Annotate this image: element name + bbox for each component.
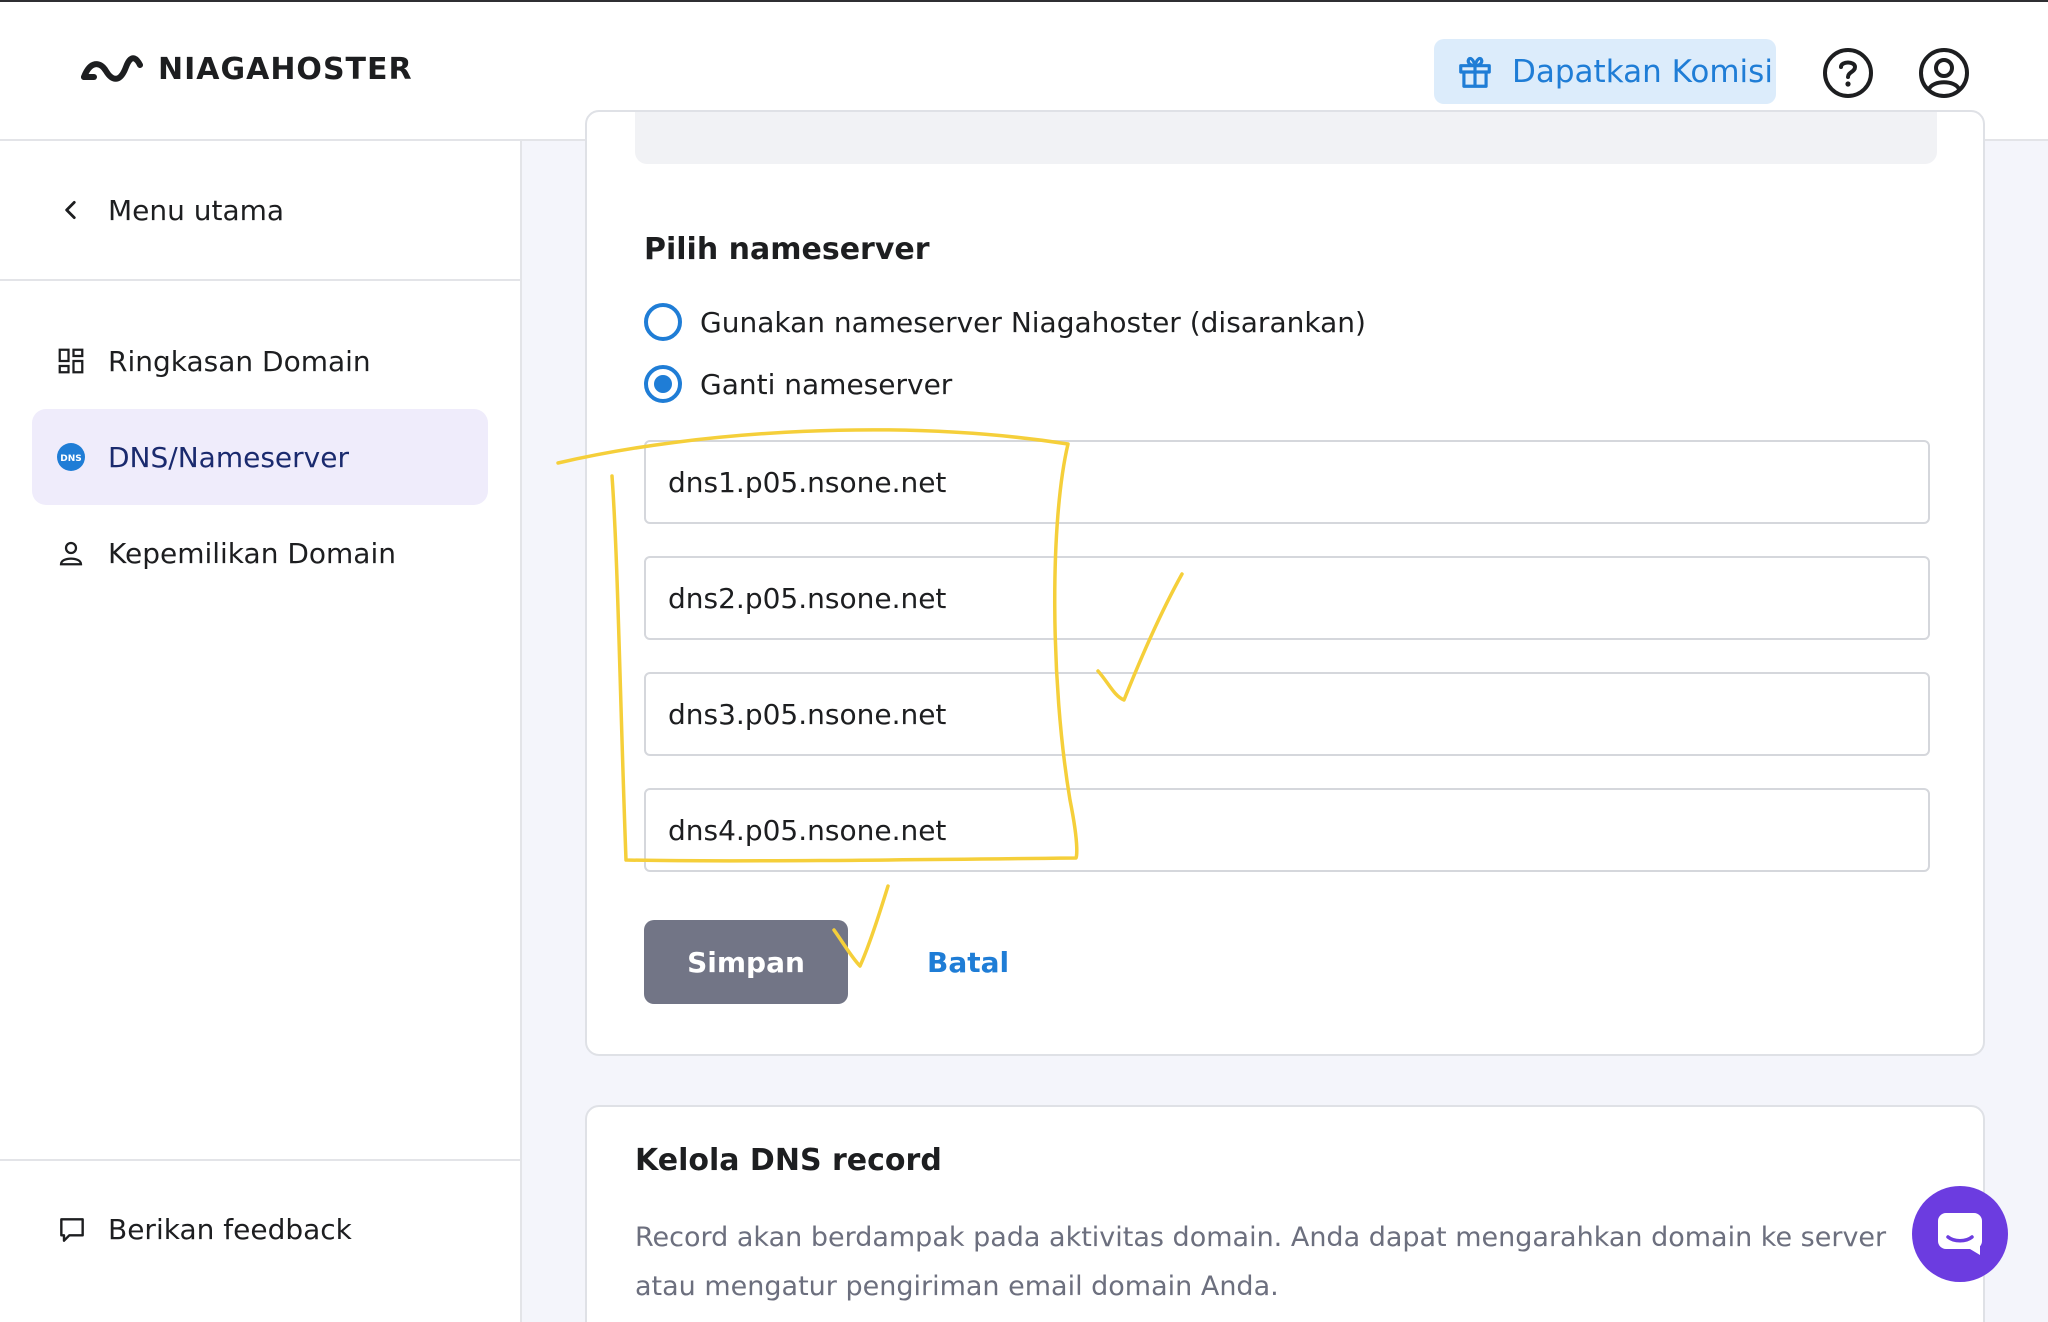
radio-change-nameserver[interactable]: Ganti nameserver xyxy=(644,365,952,403)
get-commission-button[interactable]: Dapatkan Komisi xyxy=(1434,39,1776,104)
radio-use-niagahoster[interactable]: Gunakan nameserver Niagahoster (disarank… xyxy=(644,303,1366,341)
nameserver-4-input[interactable] xyxy=(644,788,1930,872)
sidebar-item-label: Kepemilikan Domain xyxy=(108,536,396,570)
sidebar-item-domain-summary[interactable]: Ringkasan Domain xyxy=(32,313,488,409)
help-icon[interactable] xyxy=(1822,47,1874,99)
chat-bubble-icon xyxy=(60,1217,84,1242)
radio-label: Gunakan nameserver Niagahoster (disarank… xyxy=(700,305,1366,339)
person-icon xyxy=(59,541,83,566)
dns-record-title: Kelola DNS record xyxy=(635,1143,942,1178)
chevron-left-icon xyxy=(65,201,76,219)
feedback-label: Berikan feedback xyxy=(108,1213,352,1246)
back-to-main-menu[interactable]: Menu utama xyxy=(0,141,520,281)
feedback-link[interactable]: Berikan feedback xyxy=(56,1213,352,1246)
nameserver-2-input[interactable] xyxy=(644,556,1930,640)
account-icon[interactable] xyxy=(1918,47,1970,99)
dashboard-grid-icon xyxy=(58,348,84,374)
card-strip xyxy=(635,112,1937,164)
get-commission-label: Dapatkan Komisi xyxy=(1512,53,1773,90)
niagahoster-logo-icon xyxy=(81,54,143,82)
sidebar: Menu utama Ringkasan Domain DNS DNS/Name… xyxy=(0,141,522,1322)
sidebar-item-domain-ownership[interactable]: Kepemilikan Domain xyxy=(32,505,488,601)
dns-record-description: Record akan berdampak pada aktivitas dom… xyxy=(635,1222,1887,1302)
radio-button[interactable] xyxy=(644,303,682,341)
sidebar-item-label: DNS/Nameserver xyxy=(108,440,349,474)
dns-icon: DNS xyxy=(57,443,85,471)
brand-name: NIAGAHOSTER xyxy=(158,52,413,87)
svg-text:DNS: DNS xyxy=(60,454,82,464)
nameserver-3-input[interactable] xyxy=(644,672,1930,756)
nameserver-card: Pilih nameserver Gunakan nameserver Niag… xyxy=(585,110,1985,1056)
live-chat-button[interactable] xyxy=(1912,1186,2008,1282)
sidebar-item-dns-nameserver[interactable]: DNS DNS/Nameserver xyxy=(32,409,488,505)
nameserver-1-input[interactable] xyxy=(644,440,1930,524)
gift-icon xyxy=(1459,56,1491,88)
nameserver-title: Pilih nameserver xyxy=(644,232,930,267)
dns-record-card: Kelola DNS record Record akan berdampak … xyxy=(585,1105,1985,1322)
brand-logo[interactable]: NIAGAHOSTER xyxy=(80,52,413,87)
radio-button-selected[interactable] xyxy=(644,365,682,403)
chat-icon xyxy=(1938,1213,1982,1255)
cancel-button[interactable]: Batal xyxy=(927,920,1009,1004)
radio-label: Ganti nameserver xyxy=(700,367,953,401)
sidebar-item-label: Ringkasan Domain xyxy=(108,344,371,378)
back-label: Menu utama xyxy=(108,193,285,227)
save-button[interactable]: Simpan xyxy=(644,920,848,1004)
sidebar-divider xyxy=(0,1159,520,1161)
